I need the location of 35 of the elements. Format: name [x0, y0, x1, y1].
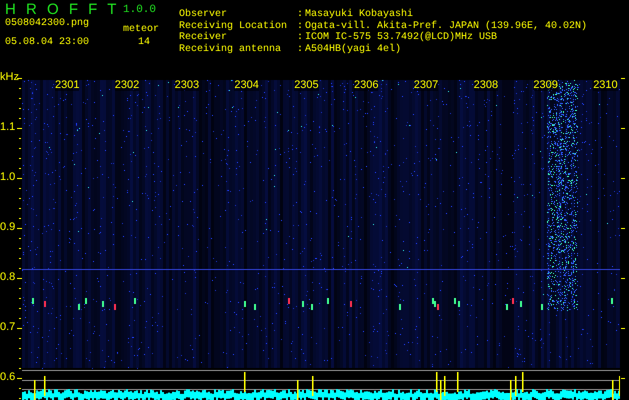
- frequency-label: 0.8: [0, 272, 16, 283]
- time-label: 2303: [174, 80, 200, 91]
- file-name: 0508042300.png: [5, 17, 90, 30]
- version-label: 1.0.0: [123, 3, 158, 17]
- frequency-label: 0.9: [0, 222, 16, 233]
- time-label: 2301: [55, 80, 80, 91]
- info-label: Receiver: [179, 32, 228, 44]
- info-label: Receiving antenna: [179, 44, 282, 55]
- time-label: 2302: [114, 80, 140, 91]
- frequency-label: 1.1: [0, 122, 16, 133]
- separator: :: [297, 9, 304, 20]
- counter-value: 14: [137, 36, 152, 49]
- unit-label: kHz: [0, 72, 19, 83]
- info-value: ICOM IC-575 53.7492(@LCD)MHz USB: [305, 32, 498, 44]
- separator: :: [297, 44, 304, 55]
- info-value: Ogata-vill. Akita-Pref. JAPAN (139.96E, 40.02N): [305, 20, 588, 32]
- app-title: H R O F F T: [5, 3, 120, 17]
- frequency-label: 0.7: [0, 322, 16, 333]
- separator: :: [297, 20, 304, 32]
- date-time: 05.08.04 23:00: [5, 36, 90, 49]
- info-value: A504HB(yagi 4el): [305, 44, 402, 55]
- time-label: 2307: [414, 80, 438, 91]
- counter-label: meteor: [123, 23, 160, 36]
- frequency-label: 1.0: [0, 172, 16, 183]
- separator: :: [297, 32, 304, 44]
- time-label: 2304: [234, 80, 259, 91]
- time-label: 2305: [294, 80, 319, 91]
- info-label: Receiving Location: [179, 20, 288, 32]
- time-label: 2308: [474, 80, 498, 91]
- info-label: Observer: [179, 9, 228, 20]
- time-label: 2309: [533, 80, 558, 91]
- frequency-label: 0.6: [0, 372, 16, 383]
- time-label: 2310: [593, 80, 618, 91]
- time-label: 2306: [354, 80, 378, 91]
- info-value: Masayuki Kobayashi: [305, 9, 414, 20]
